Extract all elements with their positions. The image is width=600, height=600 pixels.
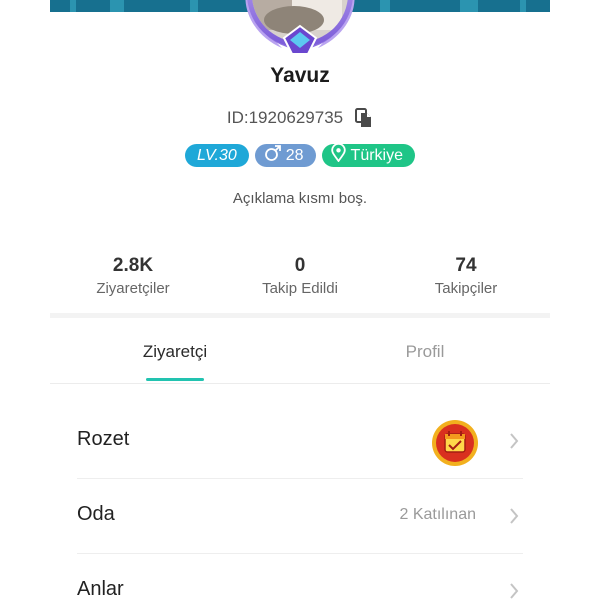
stat-label: Ziyaretçiler <box>96 280 170 297</box>
chevron-right-icon <box>509 507 519 525</box>
active-tab-indicator <box>146 378 204 381</box>
level-badge: LV.30 <box>185 144 249 167</box>
tab-visitor[interactable]: Ziyaretçi <box>50 342 300 362</box>
badge-row: LV.30 28 Türkiye <box>50 143 550 167</box>
calendar-medal-icon <box>431 419 479 467</box>
stat-label: Takip Edildi <box>262 280 338 297</box>
row-title: Rozet <box>77 428 130 450</box>
stat-visitors[interactable]: 2.8K Ziyaretçiler <box>53 254 213 300</box>
user-id: ID:1920629735 <box>226 108 344 127</box>
stat-value: 0 <box>294 255 306 276</box>
stat-value: 2.8K <box>112 255 154 276</box>
chevron-right-icon <box>509 432 519 450</box>
profile-name: Yavuz <box>270 64 330 87</box>
stat-value: 74 <box>455 255 477 276</box>
row-rooms[interactable]: Oda 2 Katılınan <box>77 479 523 554</box>
profile-description: Açıklama kısmı boş. <box>232 190 368 207</box>
location-pin-icon <box>330 143 346 167</box>
age-text: 28 <box>285 146 304 164</box>
stat-following[interactable]: 0 Takip Edildi <box>220 254 380 300</box>
row-badges[interactable]: Rozet <box>77 404 523 479</box>
level-text: LV.30 <box>197 146 237 164</box>
row-moments[interactable]: Anlar <box>77 554 523 600</box>
row-title: Oda <box>77 503 115 525</box>
chevron-right-icon <box>509 582 519 600</box>
country-badge: Türkiye <box>321 143 415 167</box>
row-title: Anlar <box>77 578 124 600</box>
avatar[interactable] <box>232 0 368 58</box>
id-row: ID:1920629735 <box>50 106 550 130</box>
male-icon <box>264 144 282 167</box>
tab-profile[interactable]: Profil <box>300 342 550 362</box>
copy-icon[interactable] <box>355 108 373 128</box>
stat-followers[interactable]: 74 Takipçiler <box>386 254 546 300</box>
stats-row: 2.8K Ziyaretçiler 0 Takip Edildi 74 Taki… <box>50 254 550 304</box>
country-text: Türkiye <box>350 146 403 164</box>
profile-tabs: Ziyaretçi Profil <box>50 318 550 384</box>
profile-screen: Yavuz ID:1920629735 LV.30 28 Türkiye Açı… <box>50 0 550 600</box>
rooms-joined-count: 2 Katılınan <box>399 506 477 523</box>
age-gender-badge: 28 <box>254 144 316 167</box>
stat-label: Takipçiler <box>434 280 498 297</box>
